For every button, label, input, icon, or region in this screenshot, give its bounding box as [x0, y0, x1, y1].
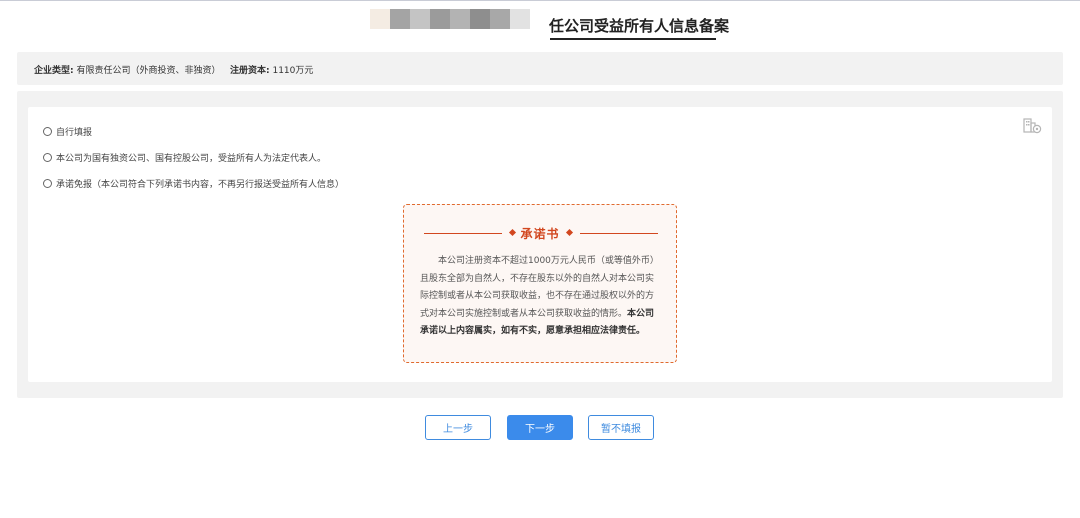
option-promise-exempt[interactable]: 承诺免报（本公司符合下列承诺书内容，不再另行报送受益所有人信息）	[43, 177, 344, 190]
promise-bold-tail: 本公司	[627, 308, 655, 319]
form-panel: 自行填报 本公司为国有独资公司、国有控股公司，受益所有人为法定代表人。 承诺免报…	[17, 91, 1063, 398]
option-state-owned[interactable]: 本公司为国有独资公司、国有控股公司，受益所有人为法定代表人。	[43, 151, 326, 164]
promise-letter: 承诺书 本公司注册资本不超过1000万元人民币（或等值外币） 且股东全部为自然人…	[403, 204, 677, 363]
page-title: 任公司受益所有人信息备案	[549, 17, 730, 35]
company-type-value: 有限责任公司（外商投资、非独资）	[76, 66, 221, 76]
capital-value: 1110万元	[272, 66, 314, 76]
form-card: 自行填报 本公司为国有独资公司、国有控股公司，受益所有人为法定代表人。 承诺免报…	[28, 107, 1052, 382]
company-type-label: 企业类型:	[34, 66, 74, 76]
promise-text: 本公司注册资本不超过1000万元人民币（或等值外币） 且股东全部为自然人，不存在…	[420, 253, 662, 341]
top-divider	[0, 0, 1080, 1]
promise-header: 承诺书	[404, 225, 676, 241]
promise-line: 本公司注册资本不超过1000万元人民币（或等值外币）	[438, 256, 659, 266]
option-label: 本公司为国有独资公司、国有控股公司，受益所有人为法定代表人。	[56, 154, 327, 164]
title-underline	[550, 38, 716, 40]
promise-line: 且股东全部为自然人，不存在股东以外的自然人对本公司实	[420, 273, 655, 284]
capital-label: 注册资本:	[230, 66, 270, 76]
registered-capital: 注册资本: 1110万元	[230, 63, 313, 76]
promise-line-bold: 承诺以上内容属实，如有不实，愿意承担相应法律责任。	[420, 323, 662, 341]
next-step-button[interactable]: 下一步	[507, 415, 573, 440]
skip-report-button[interactable]: 暂不填报	[588, 415, 654, 440]
company-type: 企业类型: 有限责任公司（外商投资、非独资）	[34, 63, 221, 76]
radio-circle[interactable]	[43, 127, 52, 136]
promise-bold-line: 承诺以上内容属实，如有不实，愿意承担相应法律责任。	[420, 326, 646, 336]
company-info-bar: 企业类型: 有限责任公司（外商投资、非独资） 注册资本: 1110万元	[17, 52, 1063, 85]
prev-step-button[interactable]: 上一步	[425, 415, 491, 440]
building-settings-icon[interactable]	[1022, 116, 1042, 134]
promise-line: 际控制或者从本公司获取收益，也不存在通过股权以外的方	[420, 291, 655, 301]
promise-line: 式对本公司实施控制或者从本公司获取收益的情形。	[420, 308, 628, 319]
redacted-company-name	[370, 9, 530, 29]
option-self-report[interactable]: 自行填报	[43, 125, 92, 138]
option-label: 承诺免报（本公司符合下列承诺书内容，不再另行报送受益所有人信息）	[56, 180, 345, 190]
promise-line-with-bold: 式对本公司实施控制或者从本公司获取收益的情形。本公司	[420, 306, 662, 324]
radio-circle[interactable]	[43, 179, 52, 188]
option-label: 自行填报	[56, 128, 93, 138]
radio-circle[interactable]	[43, 153, 52, 162]
header-line-right	[580, 233, 658, 234]
